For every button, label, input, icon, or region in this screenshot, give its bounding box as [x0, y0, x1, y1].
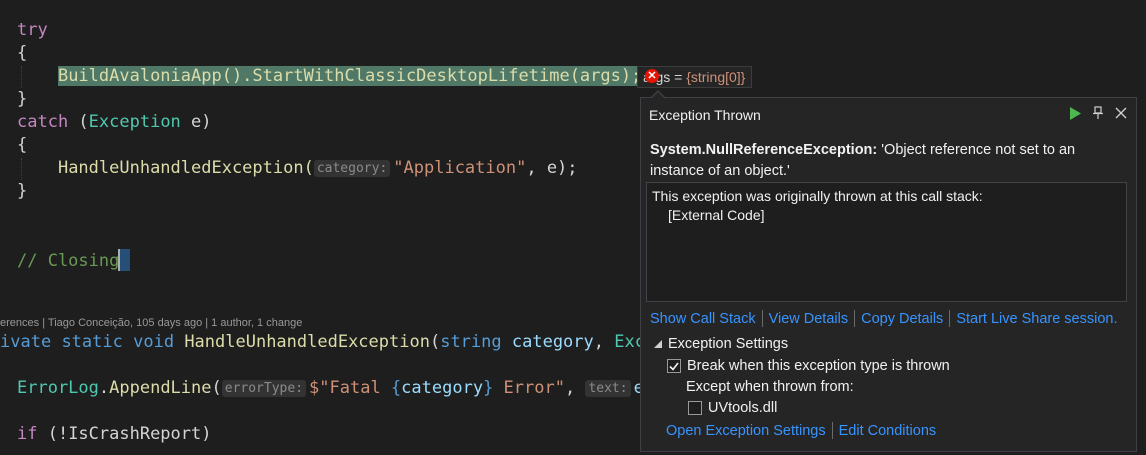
parameter: category [511, 332, 594, 352]
code-line[interactable]: // Closing [17, 249, 131, 272]
popup-bottom-links: Open Exception Settings Edit Conditions [666, 422, 936, 439]
codelens[interactable]: erences | Tiago Conceição, 105 days ago … [0, 317, 302, 329]
error-icon: ✕ [645, 69, 659, 83]
link-separator [854, 310, 856, 327]
brace: } [17, 181, 28, 201]
exception-settings-toggle[interactable]: Exception Settings [653, 336, 788, 352]
code-line[interactable]: catch (Exception e) [17, 111, 212, 134]
code-line[interactable]: ivate static void HandleUnhandledExcepti… [0, 331, 665, 354]
code-token: , e); [526, 158, 578, 178]
break-option[interactable]: Break when this exception type is thrown [667, 358, 950, 374]
code-token: ( [68, 112, 89, 132]
copy-details-link[interactable]: Copy Details [861, 311, 943, 327]
popup-title: Exception Thrown [649, 107, 761, 123]
class-name: ErrorLog [17, 378, 99, 398]
method-name: HandleUnhandledException [184, 332, 430, 352]
brace: { [17, 135, 28, 155]
close-icon[interactable] [1114, 105, 1128, 121]
callstack-item: [External Code] [668, 207, 765, 223]
code-token: ( [211, 378, 222, 398]
code-token: ivate [0, 332, 52, 352]
method-name: AppendLine [109, 378, 212, 398]
code-line[interactable]: ErrorLog.AppendLine(errorType: $"Fatal {c… [17, 377, 654, 400]
except-label-text: Except when thrown from: [686, 379, 854, 395]
code-line[interactable]: { [17, 42, 27, 65]
code-token: e) [180, 112, 212, 132]
code-line[interactable]: try [17, 19, 48, 42]
code-token: . [98, 378, 110, 398]
interpolated-var: category [401, 378, 484, 398]
code-token: string [440, 332, 502, 352]
datatip-eq: = [670, 69, 687, 85]
brace: { [17, 43, 28, 63]
text-cursor [118, 249, 131, 271]
inlay-hint: text: [585, 380, 631, 397]
code-line[interactable]: { [17, 134, 27, 157]
interpolation-brace: { [390, 378, 402, 398]
function-call: HandleUnhandledException( [57, 158, 314, 178]
view-details-link[interactable]: View Details [769, 311, 849, 327]
string-literal: Error" [493, 378, 565, 398]
catch-keyword: catch [17, 112, 69, 132]
code-line[interactable]: BuildAvaloniaApp().StartWithClassicDeskt… [17, 65, 642, 88]
popup-links: Show Call Stack View Details Copy Details S… [650, 310, 1118, 327]
inlay-hint: category: [313, 160, 391, 177]
module-option[interactable]: UVtools.dll [688, 400, 777, 416]
show-call-stack-link[interactable]: Show Call Stack [650, 311, 756, 327]
link-separator [761, 310, 763, 327]
code-token: static [61, 332, 123, 352]
code-line[interactable]: HandleUnhandledException(category: "Appli… [17, 157, 578, 180]
callstack-header: This exception was originally thrown at … [652, 188, 983, 204]
except-when-label: Except when thrown from: [686, 379, 854, 395]
edit-conditions-link[interactable]: Edit Conditions [839, 423, 937, 439]
if-keyword: if [17, 424, 38, 444]
comment: // Closing [17, 251, 120, 271]
exception-type: Exception [88, 112, 181, 132]
live-share-link[interactable]: Start Live Share session. [956, 311, 1117, 327]
code-line[interactable]: } [17, 180, 27, 203]
exception-settings-label: Exception Settings [668, 336, 789, 352]
open-exception-settings-link[interactable]: Open Exception Settings [666, 423, 826, 439]
try-keyword: try [17, 20, 48, 40]
exception-message: System.NullReferenceException: 'Object r… [650, 140, 1120, 182]
code-token: void [133, 332, 175, 352]
exception-type-name: System.NullReferenceException: [650, 142, 878, 158]
link-separator [949, 310, 951, 327]
code-token: ( [429, 332, 441, 352]
exception-popup: Exception Thrown System.NullReferenceExc… [640, 97, 1137, 452]
inlay-hint: errorType: [221, 380, 307, 397]
code-line[interactable]: if (!IsCrashReport) [17, 423, 211, 446]
brace: } [17, 89, 28, 109]
code-token: (!IsCrashReport) [37, 424, 212, 444]
popup-pointer-inner [651, 92, 665, 99]
string-literal: $"Fatal [309, 378, 391, 398]
code-token: , [593, 332, 615, 352]
popup-actions [1068, 105, 1128, 121]
code-line[interactable]: } [17, 88, 27, 111]
break-checkbox[interactable] [667, 359, 681, 373]
datatip-value: {string[0]} [686, 69, 746, 85]
module-checkbox[interactable] [688, 401, 702, 415]
interpolation-brace: } [483, 378, 494, 398]
current-statement-highlight: BuildAvaloniaApp().StartWithClassicDeskt… [57, 66, 642, 86]
play-icon[interactable] [1068, 105, 1082, 121]
callstack-box[interactable]: This exception was originally thrown at … [646, 182, 1127, 302]
link-separator [831, 422, 833, 439]
code-token: , [564, 378, 586, 398]
module-label: UVtools.dll [708, 400, 778, 416]
string-literal: "Application" [393, 158, 527, 178]
pin-icon[interactable] [1091, 105, 1105, 121]
break-label: Break when this exception type is thrown [687, 358, 950, 374]
collapse-triangle-icon [654, 340, 662, 348]
